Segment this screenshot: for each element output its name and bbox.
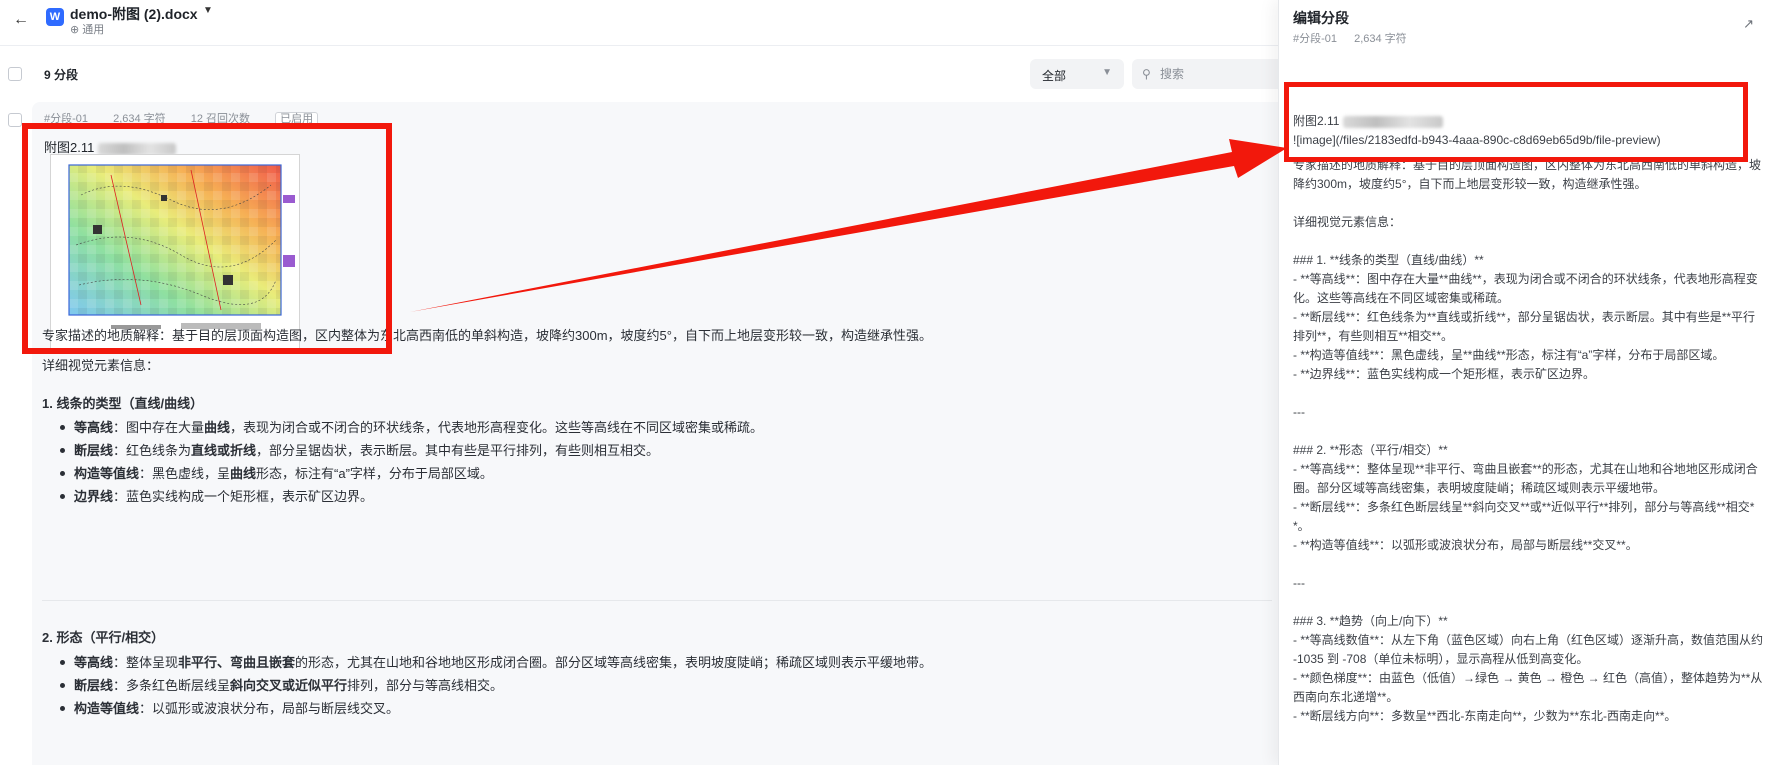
editor-line: - **颜色梯度**：由蓝色（低值）→绿色 → 黄色 → 橙色 → 红色（高值）… (1293, 671, 1763, 704)
list-item: 构造等值线：黑色虚线，呈曲线形态，标注有“a”字样，分布于局部区域。 (60, 462, 763, 485)
status-filter-select[interactable]: 全部 ▼ (1030, 59, 1124, 89)
search-icon: ⚲ (1142, 67, 1151, 81)
list-item: 断层线：红色线条为直线或折线，部分呈锯齿状，表示断层。其中有些是平行排列，有些则… (60, 439, 763, 462)
chevron-down-icon: ▼ (1102, 67, 1112, 78)
editor-line: - **等高线数值**：从左下角（蓝色区域）向右上角（红色区域）逐渐升高，数值范… (1293, 633, 1767, 666)
panel-meta: #分段-01 2,634 字符 (1293, 30, 1421, 46)
editor-line: - **边界线**：蓝色实线构成一个矩形框，表示矿区边界。 (1293, 367, 1596, 381)
document-header: ← W demo-附图 (2).docx ▼ ⊕ 通用 (0, 0, 1278, 46)
list-item: 边界线：蓝色实线构成一个矩形框，表示矿区边界。 (60, 485, 763, 508)
editor-line: - **等高线**：图中存在大量**曲线**，表现为闭合或不闭合的环状线条，代表… (1293, 272, 1758, 305)
section-2-list: 等高线：整体呈现非平行、弯曲且嵌套的形态，尤其在山地和谷地地区形成闭合圈。部分区… (60, 651, 932, 720)
editor-line: ### 3. **趋势（向上/向下）** (1293, 614, 1448, 628)
list-item: 等高线：整体呈现非平行、弯曲且嵌套的形态，尤其在山地和谷地地区形成闭合圈。部分区… (60, 651, 932, 674)
editor-blank (1293, 422, 1763, 441)
document-mode-label: ⊕ 通用 (70, 24, 105, 36)
editor-blank (1293, 194, 1763, 213)
highlight-box-image (22, 123, 392, 354)
list-item: 构造等值线：以弧形或波浪状分布，局部与断层线交叉。 (60, 697, 932, 720)
section-2-title: 2. 形态（平行/相交） (42, 630, 165, 645)
editor-blank (1293, 384, 1763, 403)
expand-icon[interactable]: ↗ (1743, 16, 1754, 32)
segment-count: 9 分段 (44, 68, 79, 82)
list-item: 断层线：多条红色断层线呈斜向交叉或近似平行排列，部分与等高线相交。 (60, 674, 932, 697)
editor-line: - **构造等值线**：黑色虚线，呈**曲线**形态，标注有“a”字样，分布于局… (1293, 348, 1725, 362)
panel-segment-id: #分段-01 (1293, 33, 1338, 45)
editor-line: - **构造等值线**：以弧形或波浪状分布，局部与断层线**交叉**。 (1293, 538, 1638, 552)
search-input[interactable] (1160, 65, 1270, 83)
segment-editor[interactable]: 附图2.11 ![image](/files/2183edfd-b943-4aa… (1293, 112, 1763, 726)
select-all-checkbox[interactable] (8, 67, 22, 81)
app-root: ← W demo-附图 (2).docx ▼ ⊕ 通用 9 分段 全部 ▼ ⚲ … (0, 0, 1776, 765)
panel-title: 编辑分段 (1293, 10, 1349, 26)
word-doc-icon: W (46, 8, 64, 26)
section-1-title: 1. 线条的类型（直线/曲线） (42, 396, 204, 411)
section-1-list: 等高线：图中存在大量曲线，表现为闭合或不闭合的环状线条，代表地形高程变化。这些等… (60, 416, 763, 508)
panel-char-count: 2,634 字符 (1354, 33, 1407, 45)
filter-value: 全部 (1042, 69, 1067, 83)
editor-line: --- (1293, 576, 1305, 590)
divider (42, 600, 1272, 601)
detail-heading: 详细视觉元素信息： (42, 358, 160, 373)
chevron-down-icon[interactable]: ▼ (203, 5, 213, 16)
editor-line: ### 2. **形态（平行/相交）** (1293, 443, 1448, 457)
editor-blank (1293, 555, 1763, 574)
search-box[interactable]: ⚲ (1132, 59, 1282, 89)
editor-line: 详细视觉元素信息： (1293, 215, 1402, 229)
editor-line: ### 1. **线条的类型（直线/曲线）** (1293, 253, 1484, 267)
segment-list-toolbar: 9 分段 全部 ▼ ⚲ (0, 57, 1282, 91)
editor-line: --- (1293, 405, 1305, 419)
editor-blank (1293, 593, 1763, 612)
editor-line: - **断层线方向**：多数呈**西北-东南走向**，少数为**东北-西南走向*… (1293, 709, 1677, 723)
segment-checkbox[interactable] (8, 113, 22, 127)
editor-line: - **断层线**：多条红色断层线呈**斜向交叉**或**近似平行**排列，部分… (1293, 500, 1755, 533)
editor-blank (1293, 232, 1763, 251)
highlight-box-markdown (1284, 82, 1748, 162)
editor-line: - **等高线**：整体呈现**非平行、弯曲且嵌套**的形态，尤其在山地和谷地地… (1293, 462, 1758, 495)
arrow-left-icon[interactable]: ← (10, 9, 32, 31)
list-item: 等高线：图中存在大量曲线，表现为闭合或不闭合的环状线条，代表地形高程变化。这些等… (60, 416, 763, 439)
editor-line: - **断层线**：红色线条为**直线或折线**，部分呈锯齿状，表示断层。其中有… (1293, 310, 1756, 343)
